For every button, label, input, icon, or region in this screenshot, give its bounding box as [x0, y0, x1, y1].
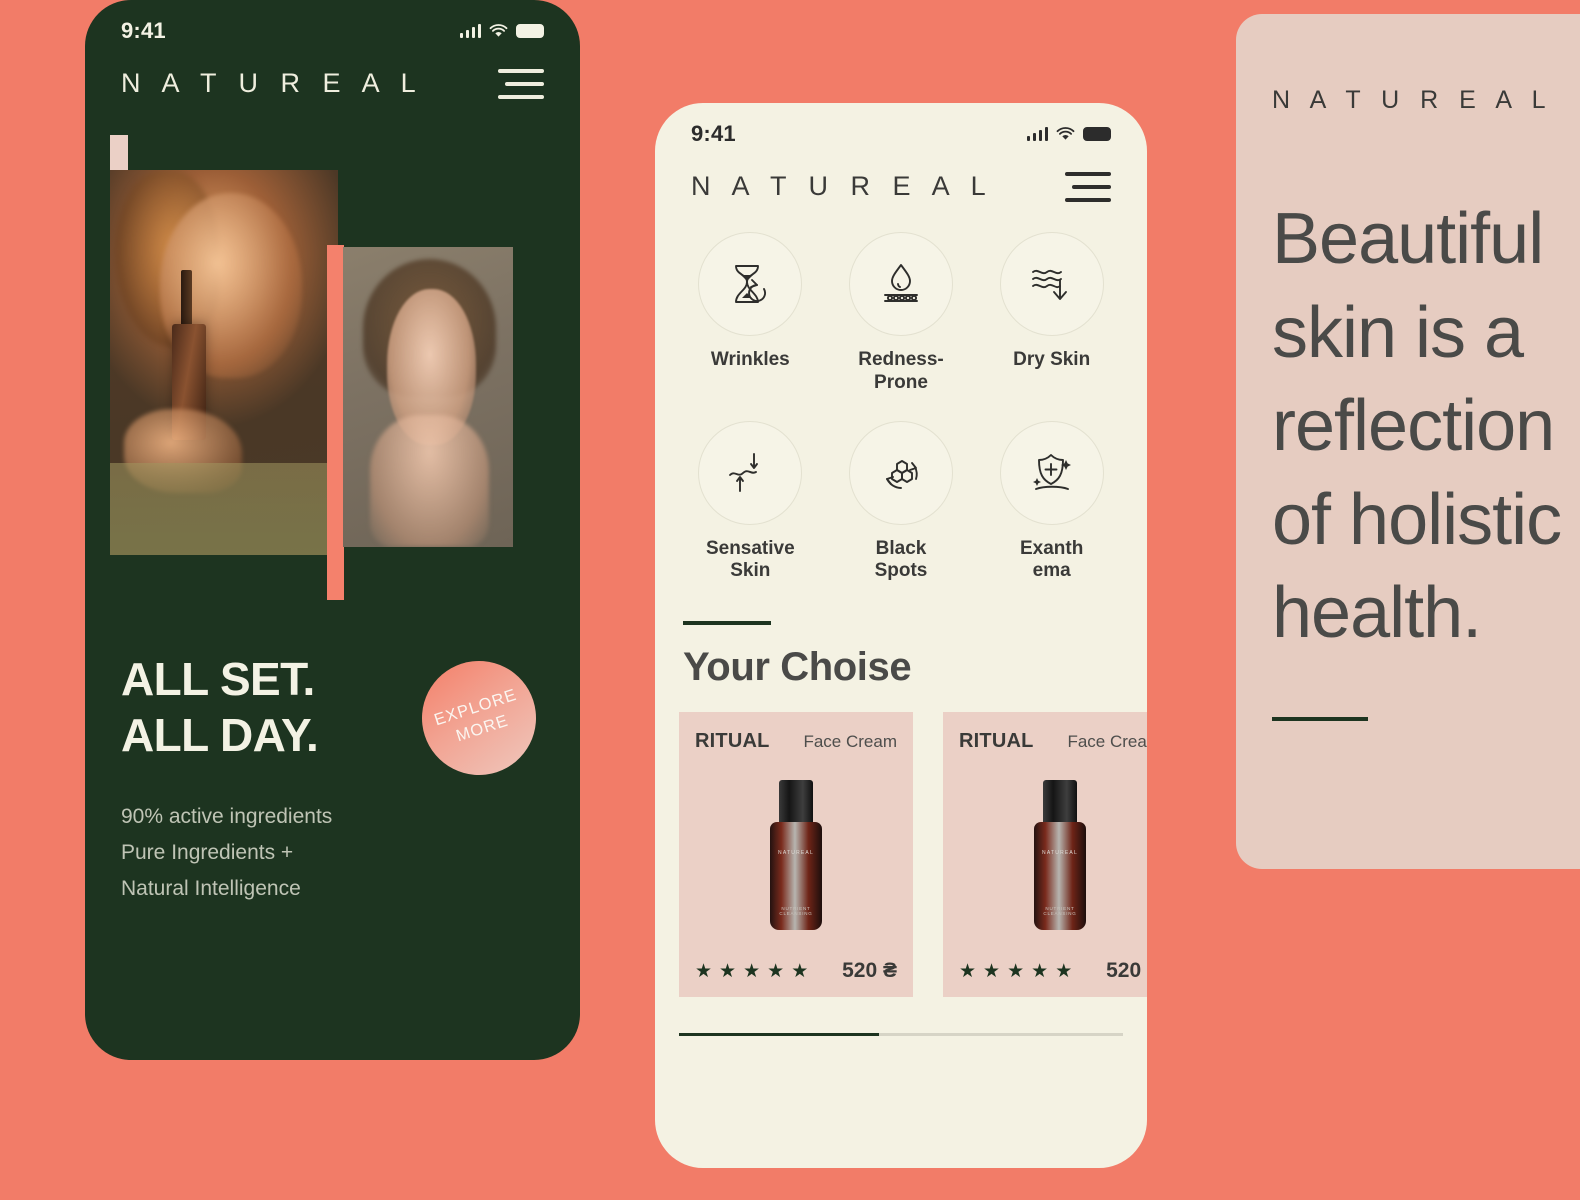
quote-line-2: skin is a — [1272, 292, 1524, 373]
wifi-icon — [1056, 127, 1075, 141]
accent-bar-coral — [327, 245, 344, 600]
carousel-progress-bar[interactable] — [679, 1033, 1123, 1037]
hero-sub-line-3: Natural Intelligence — [121, 877, 301, 901]
bottle-label: NATUREAL — [1042, 850, 1078, 857]
battery-icon — [516, 24, 544, 38]
status-time: 9:41 — [691, 121, 736, 146]
battery-icon — [1083, 127, 1111, 141]
waves-down-arrow-icon — [999, 232, 1104, 336]
phone-mockup-light: 9:41 N A T U R E A L Wrinkles Redness- P… — [655, 103, 1147, 1168]
category-label: Redness- Prone — [858, 349, 944, 393]
status-time: 9:41 — [121, 18, 166, 43]
brand-wordmark: N A T U R E A L — [121, 68, 424, 98]
product-card-list: RITUAL Face Cream NATUREAL NUTRIENT CLEA… — [655, 690, 1147, 998]
product-card[interactable]: RITUAL Face Cream NATUREAL NUTRIENT CLEA… — [943, 712, 1147, 998]
product-card[interactable]: RITUAL Face Cream NATUREAL NUTRIENT CLEA… — [679, 712, 913, 998]
hero-photo-primary — [110, 170, 338, 555]
brand-wordmark: N A T U R E A L — [1272, 86, 1553, 114]
hero-sub-line-1: 90% active ingredients — [121, 805, 333, 828]
rating-stars: ★ ★ ★ ★ ★ — [695, 960, 809, 982]
bottle-label: NATUREAL — [778, 850, 814, 857]
product-image: NATUREAL NUTRIENT CLEANSING — [695, 765, 897, 945]
product-price: 520 ₴ — [842, 959, 897, 983]
product-type: Face Cream — [1067, 732, 1147, 752]
hero-subtext: 90% active ingredients Pure Ingredients … — [121, 799, 544, 907]
hero-title-line-2: ALL DAY. — [121, 709, 319, 762]
quote-line-3: reflection — [1272, 386, 1555, 467]
cellular-signal-icon — [1026, 127, 1048, 141]
progress-fill — [679, 1033, 879, 1037]
hero-section: ALL SET. ALL DAY. EXPLORE MORE 90% activ… — [85, 605, 580, 907]
bottle-sublabel: NUTRIENT CLEANSING — [779, 906, 813, 917]
panel-accent-rule — [1272, 716, 1368, 721]
category-item-sensative-skin[interactable]: Sensative Skin — [675, 420, 826, 584]
hero-title: ALL SET. ALL DAY. — [121, 651, 319, 763]
product-brand: RITUAL — [959, 730, 1034, 753]
status-bar-light: 9:41 — [655, 103, 1147, 149]
hero-title-line-1: ALL SET. — [121, 653, 315, 705]
quote-headline: Beautiful skin is a reflection of holist… — [1272, 193, 1580, 661]
molecule-cycle-icon — [848, 420, 953, 525]
category-label: Exanth ema — [1019, 537, 1084, 582]
phone-mockup-dark: 9:41 N A T U R E A L ALL SET. ALL DAY. E… — [85, 0, 580, 1060]
droplet-skin-layers-icon — [848, 232, 953, 336]
rating-stars: ★ ★ ★ ★ ★ — [959, 960, 1073, 982]
product-image: NATUREAL NUTRIENT CLEANSING — [959, 765, 1147, 945]
category-item-wrinkles[interactable]: Wrinkles — [675, 232, 826, 395]
category-item-black-spots[interactable]: Black Spots — [826, 420, 977, 584]
brand-wordmark: N A T U R E A L — [691, 171, 994, 201]
wave-up-down-arrows-icon — [698, 420, 803, 525]
skin-concern-grid: Wrinkles Redness- Prone Dry Skin Sensati… — [655, 202, 1147, 583]
wifi-icon — [489, 24, 508, 38]
cellular-signal-icon — [459, 24, 481, 38]
product-brand: RITUAL — [695, 730, 770, 753]
category-item-dry-skin[interactable]: Dry Skin — [976, 232, 1127, 395]
status-indicators — [459, 24, 544, 38]
quote-line-4: of holistic — [1272, 479, 1562, 560]
hamburger-menu-icon[interactable] — [498, 68, 544, 99]
status-indicators — [1026, 127, 1111, 141]
quote-line-5: health. — [1272, 573, 1482, 654]
category-label: Wrinkles — [710, 349, 790, 370]
hero-sub-line-2: Pure Ingredients + — [121, 841, 294, 865]
shield-plus-sparkle-icon — [999, 420, 1104, 525]
category-label: Dry Skin — [1013, 349, 1091, 370]
brand-quote-panel: N A T U R E A L Beautiful skin is a refl… — [1236, 14, 1580, 869]
product-type: Face Cream — [803, 732, 897, 752]
bottle-sublabel: NUTRIENT CLEANSING — [1043, 906, 1077, 917]
hero-image-collage — [85, 125, 580, 605]
category-item-exanthema[interactable]: Exanth ema — [976, 420, 1127, 584]
category-label: Sensative Skin — [705, 537, 795, 582]
section-accent-rule — [683, 621, 771, 626]
app-header-light: N A T U R E A L — [655, 149, 1147, 202]
app-header-dark: N A T U R E A L — [85, 46, 580, 99]
hero-photo-secondary — [343, 247, 513, 547]
hamburger-menu-icon[interactable] — [1065, 171, 1111, 202]
section-title: Your Choise — [683, 645, 912, 690]
hourglass-refresh-icon — [698, 232, 803, 336]
category-item-redness-prone[interactable]: Redness- Prone — [826, 232, 977, 395]
status-bar-dark: 9:41 — [85, 0, 580, 46]
quote-line-1: Beautiful — [1272, 199, 1544, 279]
category-label: Black Spots — [874, 537, 928, 582]
explore-more-button[interactable]: EXPLORE MORE — [407, 646, 551, 790]
product-price: 520 ₴ — [1106, 959, 1147, 983]
